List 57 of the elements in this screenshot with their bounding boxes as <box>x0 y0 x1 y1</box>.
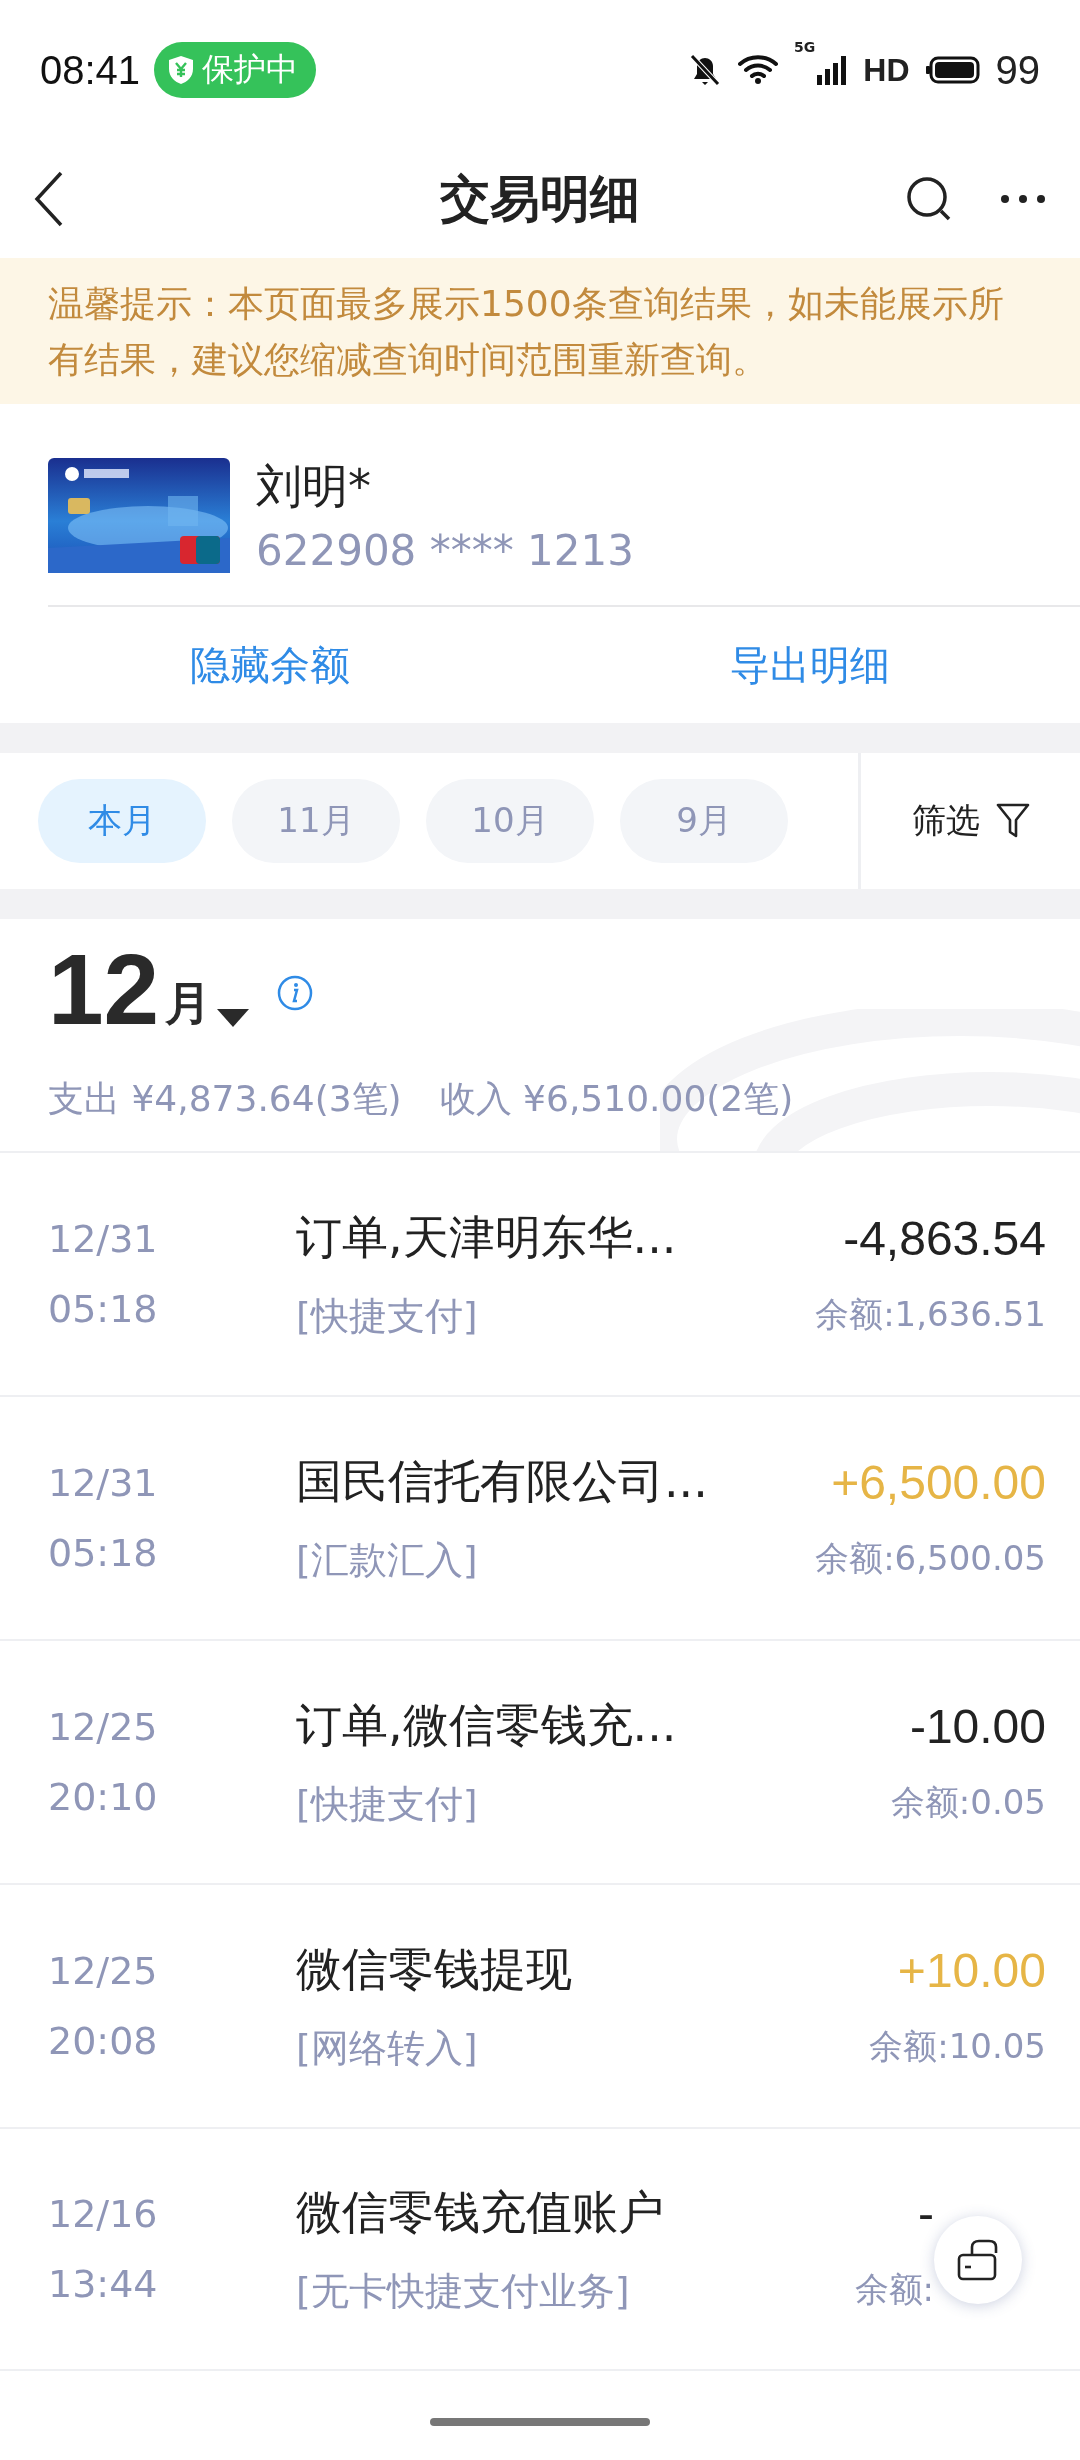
transaction-amount: -10.00 <box>909 1698 1046 1754</box>
transaction-title[interactable]: 微信零钱提现 <box>296 1938 572 2001</box>
unlock-icon <box>956 2239 1000 2281</box>
balance-text: 余额: <box>854 2267 934 2311</box>
transaction-amount: +6,500.00 <box>831 1454 1046 1510</box>
filter-icon <box>995 803 1030 839</box>
month-unit[interactable]: 月 <box>165 973 212 1035</box>
card-number: 622908 **** 1213 <box>256 526 634 575</box>
page-title: 交易明细 <box>440 169 640 228</box>
transaction-date: 12/25 <box>48 1949 158 1993</box>
transaction-title[interactable]: 国民信托有限公司... <box>296 1450 708 1513</box>
card-holder: 刘明* <box>256 458 372 515</box>
search-icon[interactable] <box>906 176 952 222</box>
network-label: 5G <box>794 39 816 54</box>
summary-text: 收入 ¥6,510.00(2笔) <box>439 1077 794 1121</box>
transaction-date: 12/31 <box>48 1461 158 1505</box>
back-icon[interactable] <box>34 171 64 227</box>
action-link[interactable]: 隐藏余额 <box>0 636 540 694</box>
balance-text: 余额:0.05 <box>890 1780 1046 1824</box>
info-icon[interactable] <box>277 975 314 1011</box>
transaction-channel: [网络转入] <box>296 2024 478 2072</box>
transaction-time: 20:08 <box>48 2019 158 2063</box>
balance-text: 余额:10.05 <box>869 2024 1046 2068</box>
signal-icon <box>817 55 848 85</box>
transaction-channel: [无卡快捷支付业务] <box>296 2267 630 2315</box>
protection-badge: 保护中 <box>154 42 317 98</box>
transaction-amount: -4,863.54 <box>843 1210 1046 1266</box>
balance-text: 余额:1,636.51 <box>815 1292 1046 1336</box>
more-icon[interactable] <box>1000 194 1046 204</box>
floating-button[interactable] <box>934 2216 1022 2304</box>
battery-icon <box>925 56 980 84</box>
notice-text: 温馨提示：本页面最多展示1500条查询结果，如未能展示所有结果，建议您缩减查询时间范围重新查询。 <box>48 283 1004 380</box>
transaction-time: 05:18 <box>48 1531 158 1575</box>
transaction-time: 05:18 <box>48 1287 158 1331</box>
transaction-date: 12/31 <box>48 1217 158 1261</box>
clock: 08:41 <box>40 47 141 93</box>
transaction-title[interactable]: 订单,天津明东华... <box>296 1206 677 1269</box>
month-number[interactable]: 12 <box>48 939 160 1039</box>
wifi-icon <box>738 54 779 86</box>
transaction-date: 12/25 <box>48 1705 158 1749</box>
transaction-channel: [汇款汇入] <box>296 1536 478 1584</box>
transaction-time: 13:44 <box>48 2262 158 2306</box>
transaction-channel: [快捷支付] <box>296 1292 478 1340</box>
transaction-title[interactable]: 微信零钱充值账户 <box>296 2181 664 2244</box>
transaction-amount: - <box>918 2185 934 2241</box>
transaction-title[interactable]: 订单,微信零钱充... <box>296 1694 677 1757</box>
transaction-amount: +10.00 <box>897 1942 1046 1998</box>
action-link[interactable]: 导出明细 <box>540 636 1080 694</box>
battery-level: 99 <box>995 47 1040 93</box>
balance-text: 余额:6,500.05 <box>815 1536 1046 1580</box>
transaction-time: 20:10 <box>48 1775 158 1819</box>
dropdown-caret-icon[interactable] <box>217 1009 250 1027</box>
hd-label: HD <box>863 51 910 89</box>
summary-text: 支出 ¥4,873.64(3笔) <box>48 1077 402 1121</box>
shield-icon <box>168 55 195 85</box>
transaction-channel: [快捷支付] <box>296 1780 478 1828</box>
transaction-date: 12/16 <box>48 2192 158 2236</box>
